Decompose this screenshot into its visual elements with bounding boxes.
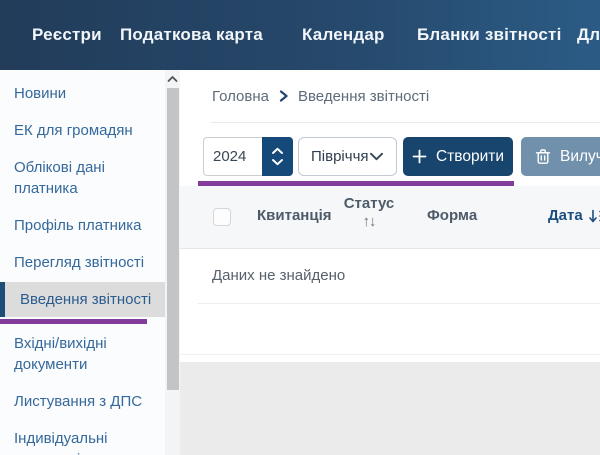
nav-item-truncated[interactable]: Дл <box>577 25 600 45</box>
sidebar-item-account-data[interactable]: Облікові дані платника <box>0 150 165 206</box>
sort-toggle-icon[interactable]: ↑↓ <box>363 213 376 230</box>
chevron-up-icon[interactable] <box>271 147 284 155</box>
create-button[interactable]: Створити <box>403 137 513 176</box>
year-input[interactable] <box>203 137 262 176</box>
sidebar-scrollbar[interactable] <box>165 70 180 455</box>
header-divider <box>180 248 600 249</box>
scrollbar-thumb[interactable] <box>167 88 179 390</box>
period-select-value: Півріччя <box>311 148 369 165</box>
nav-item-report-forms[interactable]: Бланки звітності <box>417 25 562 45</box>
sidebar-menu: Новини ЕК для громадян Облікові дані пла… <box>0 70 165 455</box>
app-window: Реєстри Податкова карта Календар Бланки … <box>0 0 600 455</box>
sidebar-item-correspondence[interactable]: Листування з ДПС <box>0 384 165 419</box>
main-content: Головна Введення звітності Півріччя <box>180 70 600 455</box>
sidebar-item-ek-citizens[interactable]: ЕК для громадян <box>0 113 165 148</box>
nav-item-tax-map[interactable]: Податкова карта <box>120 25 263 45</box>
sidebar-item-payer-profile[interactable]: Профіль платника <box>0 208 165 243</box>
nav-item-registries[interactable]: Реєстри <box>32 25 102 45</box>
breadcrumb-divider <box>211 122 600 123</box>
year-control <box>203 137 293 176</box>
column-form[interactable]: Форма <box>427 207 477 224</box>
breadcrumb-current: Введення звітності <box>298 88 429 105</box>
column-date-label: Дата <box>548 207 583 224</box>
sort-descending-icon[interactable] <box>589 208 600 224</box>
table-header: Квитанція Статус ↑↓ Форма Дата <box>180 186 600 248</box>
nav-item-calendar[interactable]: Календар <box>302 25 385 45</box>
empty-state-message: Даних не знайдено <box>212 267 345 284</box>
scroll-up-icon[interactable] <box>166 72 179 86</box>
trash-icon <box>535 148 551 165</box>
column-status-label: Статус <box>344 195 395 212</box>
select-all-checkbox[interactable] <box>213 208 231 226</box>
sidebar-item-view-reports[interactable]: Перегляд звітності <box>0 245 165 280</box>
chevron-down-icon[interactable] <box>271 158 284 166</box>
top-nav: Реєстри Податкова карта Календар Бланки … <box>0 0 600 70</box>
chevron-right-icon <box>278 90 289 102</box>
plus-icon <box>412 149 427 164</box>
chevron-down-icon <box>369 152 384 161</box>
breadcrumb: Головна Введення звітності <box>212 86 429 106</box>
delete-button[interactable]: Вилучити <box>521 137 600 176</box>
year-stepper[interactable] <box>262 137 293 176</box>
sidebar-item-individual-tax[interactable]: Індивідуальні податкові <box>0 421 165 455</box>
card-bottom-divider <box>180 354 600 355</box>
sidebar-item-news[interactable]: Новини <box>0 76 165 111</box>
column-status[interactable]: Статус ↑↓ <box>339 195 399 230</box>
column-receipt[interactable]: Квитанція <box>257 207 332 224</box>
sidebar-item-in-out-docs[interactable]: Вхідні/вихідні документи <box>0 326 165 382</box>
row-divider <box>198 303 600 304</box>
column-date[interactable]: Дата <box>548 207 600 224</box>
delete-button-label: Вилучити <box>560 148 600 166</box>
active-item-underline <box>0 319 147 324</box>
create-button-label: Створити <box>436 148 504 166</box>
period-select[interactable]: Півріччя <box>298 137 397 176</box>
page-background <box>180 362 600 455</box>
sidebar-item-enter-reports[interactable]: Введення звітності <box>0 282 165 317</box>
sidebar: Новини ЕК для громадян Облікові дані пла… <box>0 70 165 455</box>
breadcrumb-home[interactable]: Головна <box>212 88 269 105</box>
